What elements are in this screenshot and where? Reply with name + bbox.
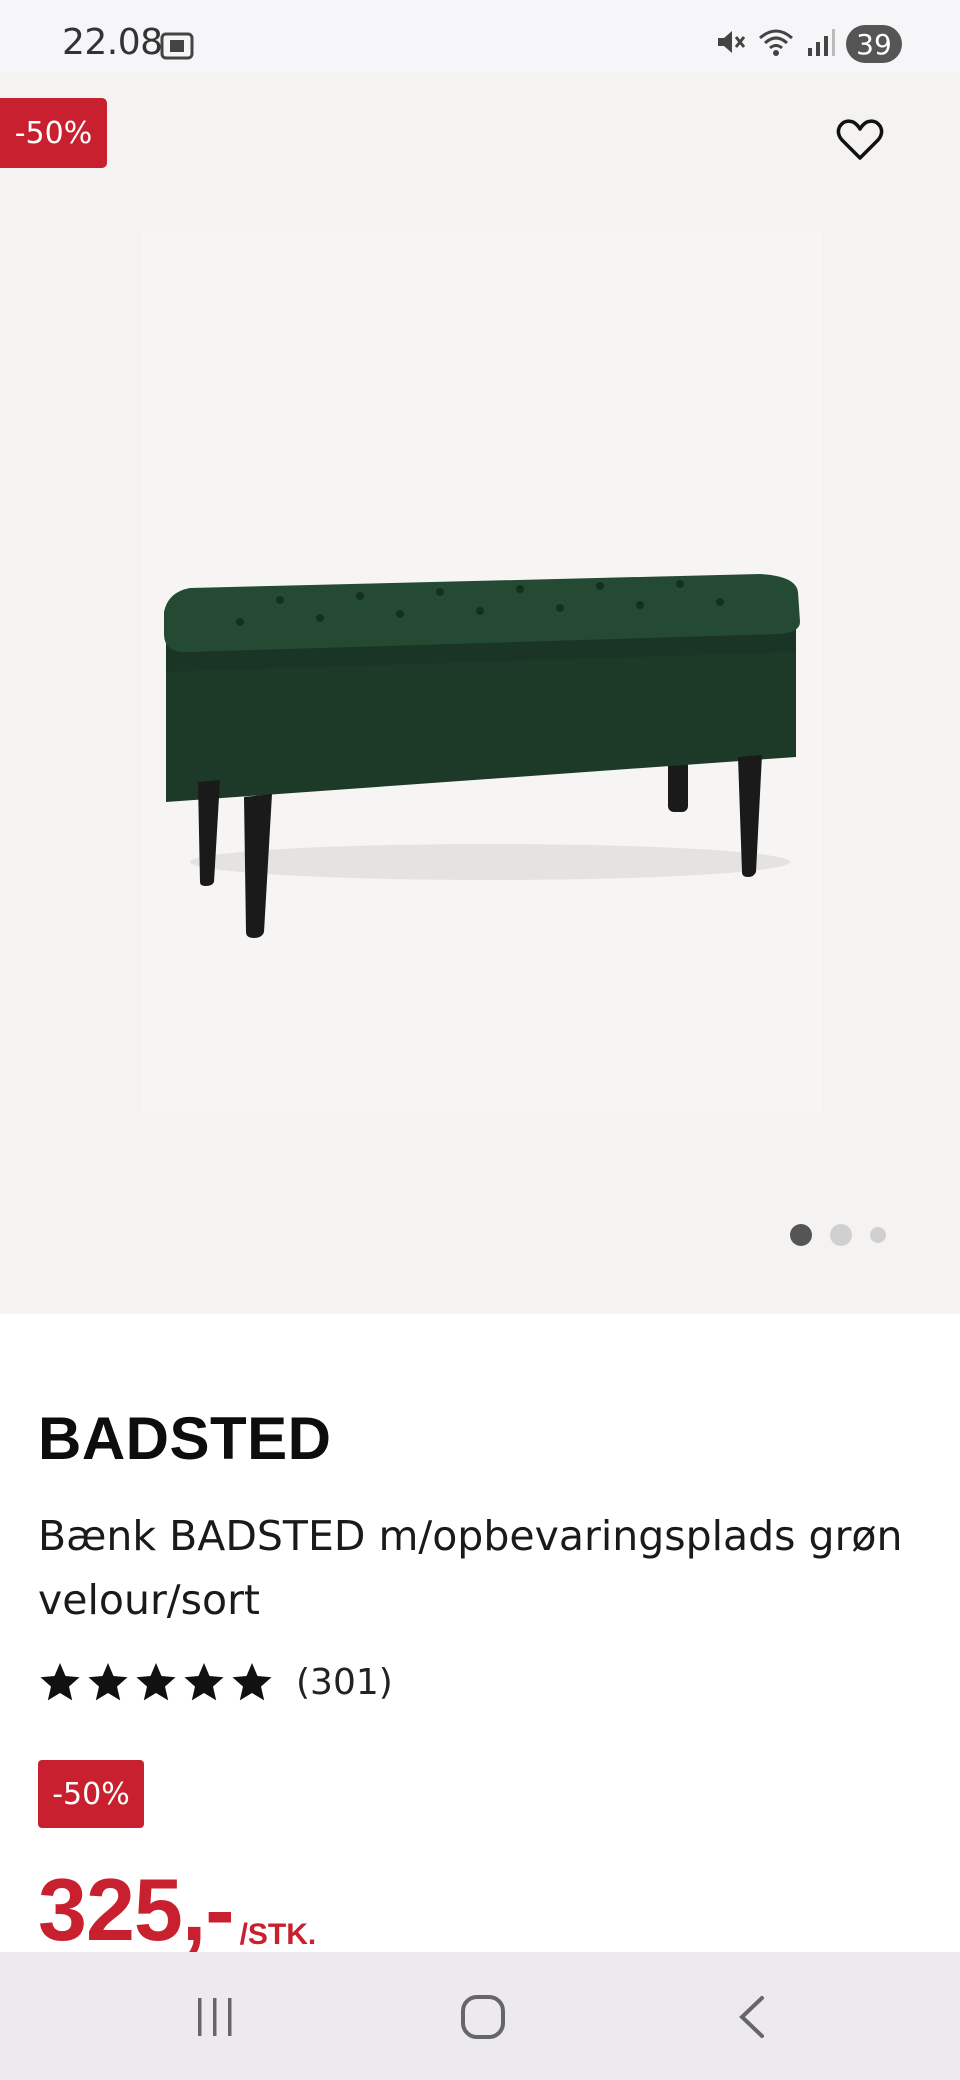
home-icon <box>461 1995 505 2039</box>
product-info: BADSTED Bænk BADSTED m/opbevaringsplads … <box>0 1314 960 1954</box>
star-icon <box>40 1663 80 1701</box>
discount-badge-image: -50% <box>0 98 107 168</box>
carousel-dots <box>790 1224 886 1246</box>
heart-outline-icon <box>836 119 884 160</box>
star-icon <box>88 1663 128 1701</box>
product-description: Bænk BADSTED m/opbevaringsplads grøn vel… <box>38 1512 903 1624</box>
product-image <box>160 492 810 952</box>
product-brand: BADSTED <box>38 1405 332 1472</box>
battery-indicator: 39 <box>846 25 902 63</box>
product-price: 325,- /STK. <box>38 1866 316 1954</box>
product-gallery[interactable]: -50% <box>0 72 960 1314</box>
carousel-dot-1[interactable] <box>790 1224 812 1246</box>
wifi-icon <box>756 26 796 63</box>
status-bar: 22.08 39 <box>0 0 960 72</box>
product-rating[interactable]: (301) <box>38 1660 393 1704</box>
carousel-dot-3[interactable] <box>870 1227 886 1243</box>
signal-icon <box>806 26 836 63</box>
favorite-button[interactable] <box>834 114 886 166</box>
review-count: (301) <box>296 1661 393 1703</box>
back-icon <box>739 1996 764 2038</box>
recent-apps-button[interactable] <box>180 1982 250 2052</box>
price-value: 325,- <box>38 1860 235 1959</box>
status-icons: 39 <box>714 24 902 64</box>
home-button[interactable] <box>448 1982 518 2052</box>
discount-badge: -50% <box>38 1760 144 1828</box>
price-unit: /STK. <box>239 1918 317 1951</box>
carousel-dot-2[interactable] <box>830 1224 852 1246</box>
back-button[interactable] <box>718 1982 788 2052</box>
recent-apps-icon <box>198 1998 232 2036</box>
star-icon <box>136 1663 176 1701</box>
screenshot-icon <box>160 30 194 62</box>
rating-stars <box>38 1660 274 1704</box>
status-time: 22.08 <box>62 22 163 63</box>
star-icon <box>184 1663 224 1701</box>
star-icon <box>232 1663 272 1701</box>
mute-icon <box>714 26 746 63</box>
system-nav-bar <box>0 1952 960 2080</box>
